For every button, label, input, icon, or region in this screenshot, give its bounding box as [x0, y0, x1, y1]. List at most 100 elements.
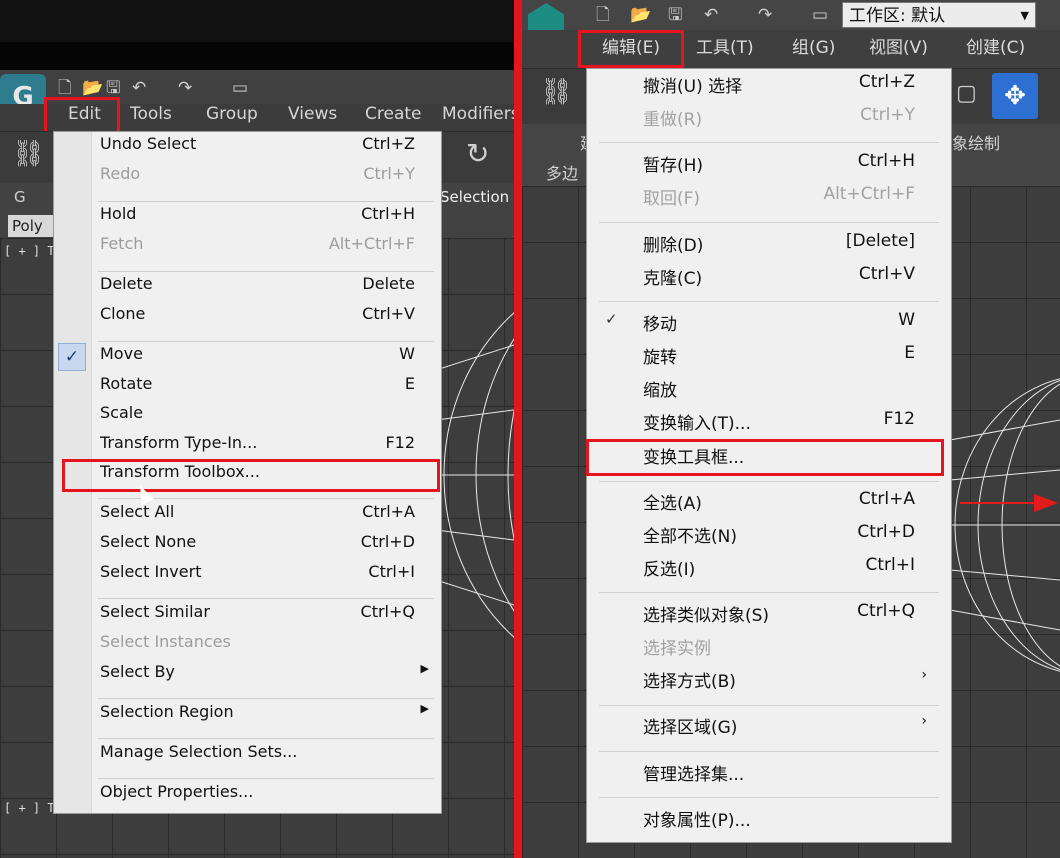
- menu-item-select-none[interactable]: Select None Ctrl+D: [54, 532, 441, 562]
- menu-item-fetch[interactable]: 取回(F) Alt+Ctrl+F: [587, 184, 951, 217]
- move-icon[interactable]: ✥: [992, 73, 1038, 119]
- menu-item-scale[interactable]: 缩放: [587, 376, 951, 409]
- menu-item-scale[interactable]: Scale: [54, 403, 441, 433]
- menu-item-delete[interactable]: 删除(D) [Delete]: [587, 231, 951, 264]
- menu-separator: [98, 598, 434, 599]
- submenu-arrow-icon: ›: [921, 713, 927, 729]
- menu-separator: [98, 201, 434, 202]
- edit-highlight-box: [44, 97, 120, 135]
- menu-item-select-instances[interactable]: Select Instances: [54, 632, 441, 662]
- submenu-arrow-icon: ▶: [420, 662, 429, 675]
- menu-create[interactable]: Create: [365, 104, 422, 131]
- menu-item-select-invert[interactable]: Select Invert Ctrl+I: [54, 562, 441, 592]
- menu-item-manage-selection-sets[interactable]: Manage Selection Sets...: [54, 742, 441, 772]
- menu-separator: [599, 592, 939, 593]
- menu-item-manage-selection-sets[interactable]: 管理选择集...: [587, 760, 951, 793]
- menu-modifiers[interactable]: Modifiers: [442, 104, 514, 131]
- ribbon-tab-object-paint[interactable]: 象绘制: [952, 130, 1000, 154]
- save-icon[interactable]: 🖫: [668, 5, 682, 25]
- undo-icon[interactable]: ↶: [132, 78, 146, 98]
- menu-tools[interactable]: 工具(T): [696, 33, 754, 65]
- menu-item-redo[interactable]: 重做(R) Ctrl+Y: [587, 105, 951, 138]
- panel-divider: [514, 0, 522, 858]
- menu-item-transform-type-in[interactable]: 变换输入(T)... F12: [587, 409, 951, 442]
- menu-item-rotate[interactable]: Rotate E: [54, 374, 441, 404]
- project-icon[interactable]: ▭: [812, 5, 828, 25]
- left-screenshot-panel: G 🗋 📂 🖫 ↶ ↷ ▭ Edit Tools Group Views Cre…: [0, 0, 514, 858]
- menu-item-rotate[interactable]: 旋转 E: [587, 343, 951, 376]
- save-icon[interactable]: 🖫: [106, 78, 120, 98]
- menu-item-select-similar[interactable]: 选择类似对象(S) Ctrl+Q: [587, 601, 951, 634]
- menu-views[interactable]: Views: [288, 104, 337, 131]
- menu-group[interactable]: 组(G): [792, 33, 835, 65]
- menu-separator: [599, 222, 939, 223]
- edit-highlight-box: [578, 30, 684, 68]
- menu-item-undo-select[interactable]: 撤消(U) 选择 Ctrl+Z: [587, 72, 951, 105]
- rotate-icon[interactable]: ↻: [466, 140, 489, 168]
- menu-separator: [599, 142, 939, 143]
- menu-separator: [599, 751, 939, 752]
- menu-separator: [98, 738, 434, 739]
- menu-item-object-properties[interactable]: 对象属性(P)...: [587, 806, 951, 839]
- open-folder-icon[interactable]: 📂: [630, 5, 651, 25]
- menu-item-fetch[interactable]: Fetch Alt+Ctrl+F: [54, 234, 441, 264]
- menu-separator: [599, 705, 939, 706]
- black-strip: [0, 0, 514, 42]
- viewport-label-bottom[interactable]: [ + ] T: [4, 801, 55, 815]
- menu-group[interactable]: Group: [206, 104, 258, 131]
- menu-item-select-by[interactable]: 选择方式(B) ›: [587, 667, 951, 700]
- redo-icon[interactable]: ↷: [758, 5, 772, 25]
- project-icon[interactable]: ▭: [232, 78, 248, 98]
- menu-item-clone[interactable]: Clone Ctrl+V: [54, 304, 441, 334]
- menu-item-object-properties[interactable]: Object Properties...: [54, 782, 441, 812]
- menu-separator: [599, 301, 939, 302]
- transform-toolbox-highlight-box: [62, 459, 440, 492]
- workspace-select[interactable]: 工作区: 默认 ▼: [842, 2, 1036, 28]
- menu-separator: [98, 271, 434, 272]
- submenu-arrow-icon: ▶: [420, 702, 429, 715]
- right-screenshot-panel: 🗋 📂 🖫 ↶ ↷ ▭ 工作区: 默认 ▼ 编辑(E) 工具(T) 组(G) 视…: [522, 0, 1060, 858]
- menu-item-hold[interactable]: 暂存(H) Ctrl+H: [587, 151, 951, 184]
- ribbon-tab-g[interactable]: G: [14, 188, 26, 206]
- menu-item-select-none[interactable]: 全部不选(N) Ctrl+D: [587, 522, 951, 555]
- check-icon: ✓: [605, 310, 618, 328]
- menu-item-clone[interactable]: 克隆(C) Ctrl+V: [587, 264, 951, 297]
- submenu-arrow-icon: ›: [921, 667, 927, 683]
- chevron-down-icon: ▼: [1020, 9, 1029, 22]
- undo-icon[interactable]: ↶: [704, 5, 718, 25]
- menu-item-move[interactable]: ✓ 移动 W: [587, 310, 951, 343]
- menu-item-select-instances[interactable]: 选择实例: [587, 634, 951, 667]
- ribbon-tab-selection[interactable]: Selection: [440, 188, 509, 206]
- menu-item-select-by[interactable]: Select By ▶: [54, 662, 441, 692]
- menu-separator: [98, 778, 434, 779]
- ribbon-tab-poly[interactable]: 多边: [546, 160, 578, 184]
- menu-separator: [599, 481, 939, 482]
- menu-item-select-all[interactable]: 全选(A) Ctrl+A: [587, 489, 951, 522]
- new-file-icon[interactable]: 🗋: [58, 78, 72, 98]
- menu-separator: [98, 698, 434, 699]
- menu-item-undo-select[interactable]: Undo Select Ctrl+Z: [54, 134, 441, 164]
- menu-item-selection-region[interactable]: Selection Region ▶: [54, 702, 441, 732]
- menu-item-redo[interactable]: Redo Ctrl+Y: [54, 164, 441, 194]
- menu-item-hold[interactable]: Hold Ctrl+H: [54, 204, 441, 234]
- menu-item-select-all[interactable]: Select All Ctrl+A: [54, 502, 441, 532]
- transform-toolbox-highlight-box: [586, 439, 944, 476]
- viewport-label-top[interactable]: [ + ] T: [4, 244, 55, 258]
- box-icon[interactable]: ▢: [956, 83, 977, 105]
- menu-item-select-invert[interactable]: 反选(I) Ctrl+I: [587, 555, 951, 588]
- menu-tools[interactable]: Tools: [130, 104, 172, 131]
- link-icon[interactable]: ⛓: [12, 141, 45, 167]
- ribbon-tab-poly[interactable]: Poly: [8, 215, 57, 237]
- menu-separator: [599, 797, 939, 798]
- menu-separator: [98, 341, 434, 342]
- menu-views[interactable]: 视图(V): [869, 33, 928, 65]
- menu-item-selection-region[interactable]: 选择区域(G) ›: [587, 713, 951, 746]
- menu-item-move[interactable]: Move W: [54, 344, 441, 374]
- open-folder-icon[interactable]: 📂: [82, 78, 103, 98]
- menu-item-select-similar[interactable]: Select Similar Ctrl+Q: [54, 602, 441, 632]
- menu-item-delete[interactable]: Delete Delete: [54, 274, 441, 304]
- new-file-icon[interactable]: 🗋: [596, 5, 610, 25]
- redo-icon[interactable]: ↷: [178, 78, 192, 98]
- menu-create[interactable]: 创建(C): [966, 33, 1025, 65]
- link-icon[interactable]: ⛓: [540, 79, 573, 105]
